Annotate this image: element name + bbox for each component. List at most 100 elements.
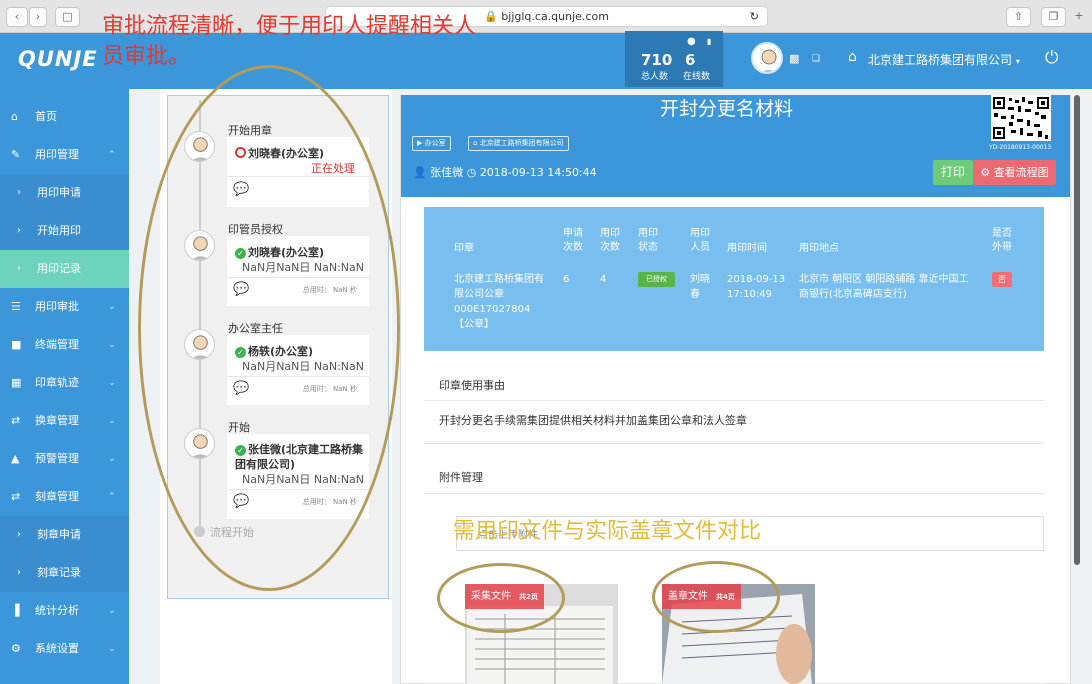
sidebar-item[interactable]: ▲ 预警管理 ⌄ (0, 440, 129, 478)
apply-datetime: 2018-09-13 14:50:44 (479, 166, 597, 179)
col-header: 印章 (454, 243, 474, 254)
chevron-down-icon: ⌄ (108, 416, 116, 426)
sidebar-item[interactable]: ■ 终端管理 ⌄ (0, 326, 129, 364)
back-icon[interactable]: ‹ (6, 7, 28, 27)
user-avatar[interactable] (751, 42, 783, 74)
device-icon[interactable]: ▩ (789, 52, 799, 65)
chevron-up-icon: ⌃ (108, 492, 116, 502)
sidebar-item-label: 印章轨迹 (35, 376, 79, 389)
map-icon: ▦ (11, 376, 22, 389)
bell-icon: ▲ (11, 452, 20, 465)
sidebar-item-label: 用印申请 (37, 186, 81, 199)
sidebar-item-label: 用印审批 (35, 300, 79, 313)
chevron-right-icon: › (17, 263, 21, 274)
status-badge: 已授权 (638, 272, 675, 287)
tag-icon: ▶ (417, 139, 423, 147)
col-header: 用印人员 (690, 228, 710, 253)
col-header: 是否外带 (992, 228, 1012, 253)
annotation-ellipse (138, 65, 400, 591)
chevron-right-icon: › (17, 187, 21, 198)
sidebar-item-label: 刻章申请 (37, 528, 81, 541)
sidebar-item-label: 换章管理 (35, 414, 79, 427)
annotation-bottom: 需用印文件与实际盖章文件对比 (453, 519, 762, 544)
apply-count-cell: 6 (563, 274, 570, 285)
col-header: 用印地点 (799, 243, 839, 254)
chevron-right-icon: › (17, 567, 21, 578)
print-button[interactable]: 打印 (933, 160, 973, 185)
time-cell: 2018-09-13 17:10:49 (727, 274, 786, 300)
stats-panel: 710 总人数 6 在线数 ● ▮ (625, 31, 723, 87)
sidebar-item-label: 刻章记录 (37, 566, 81, 579)
document-title: 开封分更名材料 (660, 98, 794, 120)
reason-text: 开封分更名手续需集团提供相关材料并加盖集团公章和法人签章 (439, 414, 747, 427)
edit-icon: ✎ (11, 148, 21, 161)
reason-section (424, 360, 1044, 444)
annotation-ellipse (652, 561, 780, 633)
reload-icon[interactable]: ↻ (750, 7, 759, 26)
col-header: 用印时间 (727, 243, 767, 254)
online-count: 6 (685, 51, 696, 69)
sidebar-item-label: 统计分析 (35, 604, 79, 617)
use-count-cell: 4 (600, 274, 607, 285)
copy-icon[interactable]: ❏ (812, 54, 820, 64)
view-flow-button[interactable]: ⚙ 查看流程图 (973, 160, 1056, 185)
sidebar-item[interactable]: ⌂ 首页 (0, 98, 129, 136)
sidebar-item[interactable]: ⇄ 换章管理 ⌄ (0, 402, 129, 440)
sidebar-item[interactable]: ⇄ 刻章管理 ⌃ (0, 478, 129, 516)
bar-chart-icon: ▐ (11, 604, 20, 617)
sidebar-item[interactable]: › 刻章记录 (0, 554, 129, 592)
power-icon[interactable]: ⏻ (1045, 48, 1058, 68)
document-icon: ☰ (11, 300, 21, 313)
sidebar-item[interactable]: ☰ 用印审批 ⌄ (0, 288, 129, 326)
seal-name-cell: 北京建工路桥集团有限公司公章000E17027804【公章】 (454, 274, 544, 330)
external-badge: 否 (992, 272, 1012, 287)
chevron-right-icon: › (17, 225, 21, 236)
logo: QUNJE (18, 47, 98, 71)
scrollbar[interactable] (1074, 95, 1080, 565)
col-header: 用印状态 (638, 228, 658, 253)
home-icon: ⌂ (473, 139, 478, 147)
sidebar-item[interactable]: ⚙ 系统设置 ⌄ (0, 630, 129, 668)
sidebar-item[interactable]: ▐ 统计分析 ⌄ (0, 592, 129, 630)
chevron-down-icon: ⌄ (108, 378, 116, 388)
chat-icon: ● (687, 36, 696, 47)
col-header: 用印次数 (600, 228, 620, 253)
sidebar-toggle-icon[interactable]: □ (55, 7, 80, 27)
sidebar-item[interactable]: › 用印申请 (0, 174, 129, 212)
tag-company: ⌂ 北京建工路桥集团有限公司 (468, 136, 569, 151)
swap-icon: ⇄ (11, 414, 21, 427)
sidebar-item-label: 用印管理 (35, 148, 79, 161)
chevron-down-icon: ⌄ (108, 644, 116, 654)
chevron-down-icon: ⌄ (108, 302, 116, 312)
tag-department: ▶ 办公室 (412, 136, 451, 151)
signal-icon: ▮ (707, 37, 712, 46)
qr-code (991, 95, 1051, 141)
user-icon: 👤 (413, 166, 427, 179)
new-tab-icon[interactable]: + (1070, 7, 1088, 27)
company-dropdown[interactable]: 北京建工路桥集团有限公司 ▾ (868, 51, 1020, 68)
user-cell: 刘晓春 (690, 274, 710, 300)
gear-icon: ⚙ (980, 166, 991, 179)
clock-icon: ◷ (466, 166, 477, 179)
sidebar-item[interactable]: ▦ 印章轨迹 ⌄ (0, 364, 129, 402)
company-name: 北京建工路桥集团有限公司 (868, 53, 1013, 67)
annotation-top: 审批流程清晰，便于用印人提醒相关人员审批。 (102, 14, 477, 69)
sidebar-item[interactable]: › 开始用印 (0, 212, 129, 250)
annotation-ellipse (437, 563, 565, 633)
forward-icon[interactable]: › (29, 7, 47, 27)
tabs-icon[interactable]: ❐ (1041, 7, 1066, 27)
sidebar-item-label: 开始用印 (37, 224, 81, 237)
attachment-title: 附件管理 (439, 471, 483, 484)
sidebar-item-label: 刻章管理 (35, 490, 79, 503)
url-text: bjjglq.ca.qunje.com (501, 10, 609, 23)
sidebar-item-label: 系统设置 (35, 642, 79, 655)
sidebar-item[interactable]: › 刻章申请 (0, 516, 129, 554)
home-icon: ⌂ (11, 110, 18, 123)
chevron-up-icon: ⌃ (108, 150, 116, 160)
sidebar-item[interactable]: ✎ 用印管理 ⌃ (0, 136, 129, 174)
total-label: 总人数 (641, 72, 669, 82)
share-icon[interactable]: ⇧ (1006, 7, 1031, 27)
place-cell: 北京市 朝阳区 朝阳路辅路 靠近中国工商银行(北京高碑店支行) (799, 274, 969, 300)
sidebar-item[interactable]: › 用印记录 (0, 250, 129, 288)
sidebar-item-label: 预警管理 (35, 452, 79, 465)
